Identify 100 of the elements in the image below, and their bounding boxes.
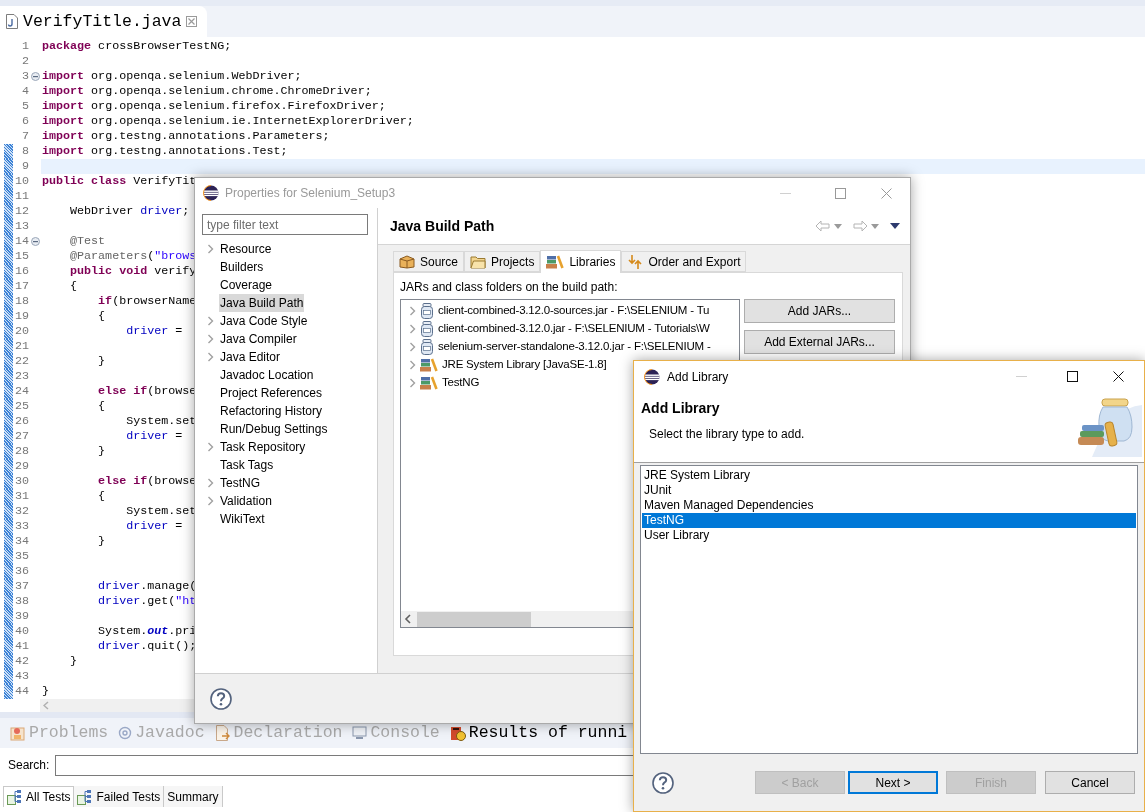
test-tab[interactable]: All Tests <box>3 786 75 807</box>
code-line: System.set <box>125 504 197 519</box>
line-number: 4 <box>22 84 29 99</box>
tree-item[interactable]: Javadoc Location <box>219 366 315 384</box>
list-item[interactable]: Maven Managed Dependencies <box>642 498 1136 513</box>
wizard-title: Add Library <box>641 399 721 417</box>
list-item[interactable]: client-combined-3.12.0-sources.jar - F:\SELENIUM - Tu <box>438 302 710 320</box>
tree-item[interactable]: WikiText <box>219 510 266 528</box>
tree-item[interactable]: Task Tags <box>219 456 275 474</box>
button[interactable]: Add JARs... <box>744 299 895 323</box>
line-number: 18 <box>14 294 29 309</box>
button[interactable]: Add External JARs... <box>744 330 895 354</box>
tree-item[interactable]: Java Build Path <box>219 294 305 312</box>
code-line: driver.quit(); <box>97 639 197 654</box>
line-number: 15 <box>14 249 29 264</box>
expand-icon[interactable] <box>207 442 214 452</box>
list-item[interactable]: selenium-server-standalone-3.12.0.jar - F:\SELENIUM - <box>438 338 711 356</box>
code-line: import org.testng.annotations.Parameters; <box>41 129 330 144</box>
code-line: import org.openqa.selenium.ie.InternetExplorerDriver; <box>41 114 414 129</box>
maximize-icon[interactable] <box>1067 371 1078 382</box>
code-line: System.out.pri <box>97 624 197 639</box>
expand-icon[interactable] <box>207 352 214 362</box>
line-number: 6 <box>22 114 29 129</box>
expand-icon[interactable] <box>207 244 214 254</box>
code-line: else if(browse <box>97 384 197 399</box>
line-number: 44 <box>14 684 29 699</box>
view-menu-icon[interactable] <box>890 223 900 229</box>
list-item[interactable]: TestNG <box>442 374 480 392</box>
line-number: 12 <box>14 204 29 219</box>
tab-title: VerifyTitle.java <box>23 10 182 33</box>
tab[interactable]: Libraries <box>540 250 622 273</box>
tree-item[interactable]: Java Editor <box>219 348 282 366</box>
tree-item[interactable]: Project References <box>219 384 324 402</box>
tree-item[interactable]: TestNG <box>219 474 261 492</box>
list-item[interactable]: JRE System Library [JavaSE-1.8] <box>442 356 607 374</box>
list-item[interactable]: JRE System Library <box>642 468 1136 483</box>
tree-item[interactable]: Task Repository <box>219 438 307 456</box>
forward-icon[interactable] <box>852 220 868 232</box>
expand-icon[interactable] <box>207 316 214 326</box>
line-number: 17 <box>14 279 29 294</box>
line-number: 27 <box>14 429 29 444</box>
code-line: import org.openqa.selenium.chrome.ChromeDriver; <box>41 84 372 99</box>
dropdown-icon[interactable] <box>834 223 842 229</box>
scrollbar-thumb[interactable] <box>417 611 531 627</box>
tab[interactable]: Order and Export <box>621 251 747 272</box>
close-icon[interactable] <box>1113 371 1124 382</box>
line-number: 33 <box>14 519 29 534</box>
line-number: 28 <box>14 444 29 459</box>
button[interactable]: Cancel <box>1045 771 1135 794</box>
collapse-icon[interactable] <box>30 72 40 81</box>
line-number: 31 <box>14 489 29 504</box>
tree-item[interactable]: Builders <box>219 258 265 276</box>
view-tab[interactable]: Results of runni <box>449 723 628 743</box>
collapse-icon[interactable] <box>30 237 40 246</box>
tree-item[interactable]: Run/Debug Settings <box>219 420 329 438</box>
help-icon[interactable] <box>652 771 674 794</box>
page-title: Java Build Path <box>390 216 495 236</box>
expand-icon[interactable] <box>207 496 214 506</box>
line-number: 5 <box>22 99 29 114</box>
list-item[interactable]: client-combined-3.12.0.jar - F:\SELENIUM - Tutorials\W <box>438 320 710 338</box>
code-line: } <box>97 534 106 549</box>
line-number: 23 <box>14 369 29 384</box>
tab[interactable]: Source <box>393 251 465 272</box>
java-file-icon <box>6 14 18 29</box>
test-tab[interactable]: Summary <box>164 786 223 807</box>
expand-icon[interactable] <box>207 334 214 344</box>
test-tab[interactable]: Failed Tests <box>74 786 165 807</box>
help-icon[interactable] <box>210 687 232 710</box>
library-icon <box>420 376 438 390</box>
code-line: else if(browse <box>97 474 197 489</box>
code-line: @Test <box>69 234 106 249</box>
code-line: { <box>69 279 78 294</box>
line-number: 35 <box>14 549 29 564</box>
search-field[interactable] <box>55 754 636 776</box>
filter-field[interactable]: type filter text <box>202 214 368 235</box>
tab[interactable]: Projects <box>464 251 541 272</box>
back-icon[interactable] <box>815 220 831 232</box>
dropdown-icon[interactable] <box>871 223 879 229</box>
code-line: public void verify <box>69 264 197 279</box>
tree-item[interactable]: Refactoring History <box>219 402 324 420</box>
line-number: 37 <box>14 579 29 594</box>
editor-tab[interactable]: VerifyTitle.java <box>0 6 208 37</box>
minimize-icon[interactable] <box>780 192 791 194</box>
code-line: driver = <box>125 324 183 339</box>
jar-icon <box>420 339 434 355</box>
tree-item[interactable]: Resource <box>219 240 273 258</box>
code-line: } <box>97 444 106 459</box>
search-label: Search: <box>8 757 50 774</box>
line-number: 42 <box>14 654 29 669</box>
tree-item[interactable]: Coverage <box>219 276 274 294</box>
list-item[interactable]: JUnit <box>642 483 1136 498</box>
tree-item[interactable]: Validation <box>219 492 273 510</box>
tree-item[interactable]: Java Compiler <box>219 330 298 348</box>
source-icon <box>399 254 415 269</box>
expand-icon[interactable] <box>207 478 214 488</box>
list-item[interactable]: User Library <box>642 528 1136 543</box>
line-number: 40 <box>14 624 29 639</box>
list-item[interactable]: TestNG <box>642 513 1136 528</box>
tree-item[interactable]: Java Code Style <box>219 312 309 330</box>
button[interactable]: Next > <box>848 771 938 794</box>
